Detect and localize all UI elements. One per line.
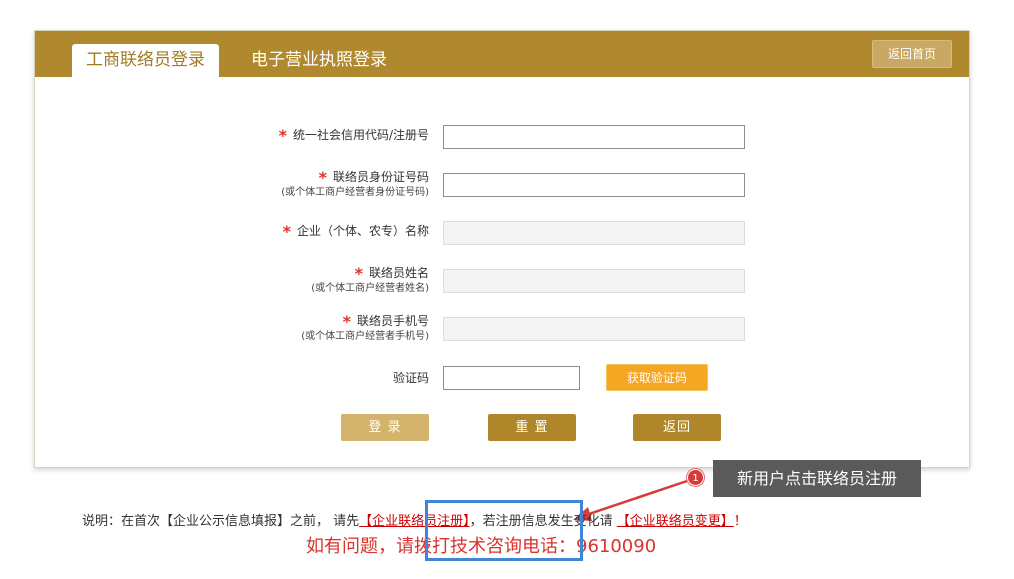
register-highlight-box	[425, 500, 583, 561]
instruction-note: 说明：在首次【企业公示信息填报】之前， 请先【企业联络员注册】，若注册信息发生变…	[82, 513, 747, 531]
note-prefix: 说明：在首次【企业公示信息填报】之前， 请先	[82, 514, 360, 529]
note-suffix: ！	[733, 514, 747, 529]
step-badge: 1	[687, 469, 704, 486]
page: 工商联络员登录 电子营业执照登录 返回首页 * 统一社会信用代码/注册号 * 联络员…	[0, 0, 1014, 579]
change-link[interactable]: 【企业联络员变更】	[617, 514, 734, 529]
callout-tooltip: 新用户点击联络员注册	[713, 460, 921, 497]
